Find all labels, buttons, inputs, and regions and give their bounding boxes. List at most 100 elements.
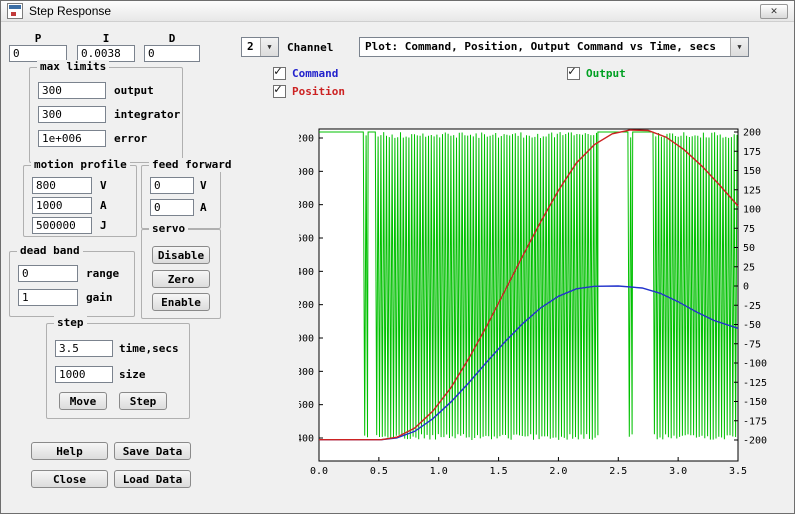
svg-text:400: 400 [299,434,314,445]
step-size-input[interactable] [55,366,113,383]
gain-label: gain [86,291,113,304]
svg-text:1400: 1400 [299,267,314,278]
svg-text:1000: 1000 [299,334,314,345]
velocity-input[interactable] [32,177,92,194]
svg-text:-50: -50 [743,320,761,331]
ff-velocity-input[interactable] [150,177,194,194]
step-time-input[interactable] [55,340,113,357]
dead-band-title: dead band [17,244,83,258]
range-label: range [86,267,120,280]
max-error-label: error [114,132,148,145]
svg-text:-25: -25 [743,301,761,312]
step-title: step [54,316,87,330]
check-icon: ✓ [274,82,282,97]
max-output-label: output [114,84,154,97]
window-title: Step Response [29,4,112,18]
zero-button[interactable]: Zero [152,270,210,288]
enable-button[interactable]: Enable [152,293,210,311]
svg-text:600: 600 [299,400,314,411]
svg-text:25: 25 [743,262,755,273]
accel-input[interactable] [32,197,92,214]
gain-input[interactable] [18,289,78,306]
svg-text:75: 75 [743,224,755,235]
step-response-window: Step Response ✕ P I D max limits output … [0,0,795,514]
svg-text:1800: 1800 [299,200,314,211]
command-checkbox[interactable]: ✓ [273,64,286,80]
app-icon [7,3,23,19]
max-integrator-input[interactable] [38,106,106,123]
channel-label: Channel [287,41,334,54]
step-group: step time,secs size Move Step [46,316,190,419]
servo-group: servo Disable Zero Enable [141,222,221,319]
range-input[interactable] [18,265,78,282]
ff-accel-label: A [200,201,207,214]
max-limits-group: max limits output integrator error [29,60,183,163]
channel-select[interactable]: 2 ▼ [241,37,279,57]
svg-text:2.0: 2.0 [549,466,567,477]
max-output-input[interactable] [38,82,106,99]
svg-text:1.0: 1.0 [430,466,448,477]
check-icon: ✓ [568,64,576,79]
svg-text:100: 100 [743,205,761,216]
step-size-label: size [119,368,146,381]
svg-text:3.0: 3.0 [669,466,687,477]
chevron-down-icon: ▼ [730,38,748,56]
feed-forward-group: feed forward V A [141,158,235,229]
step-response-chart: 2200200018001600140012001000800600400200… [299,128,767,478]
ff-accel-input[interactable] [150,199,194,216]
svg-text:175: 175 [743,147,761,158]
motion-profile-title: motion profile [31,158,130,172]
svg-text:0: 0 [743,282,749,293]
position-checkbox[interactable]: ✓ [273,82,286,98]
titlebar: Step Response ✕ [1,1,794,22]
jerk-input[interactable] [32,217,92,234]
servo-title: servo [149,222,189,236]
jerk-label: J [100,219,107,232]
svg-text:1200: 1200 [299,300,314,311]
svg-text:-175: -175 [743,416,767,427]
chevron-down-icon: ▼ [260,38,278,56]
step-button[interactable]: Step [119,392,167,410]
output-checkbox[interactable]: ✓ [567,64,580,80]
svg-text:1600: 1600 [299,234,314,245]
svg-text:0.0: 0.0 [310,466,328,477]
max-integrator-label: integrator [114,108,181,121]
svg-text:800: 800 [299,367,314,378]
svg-text:2000: 2000 [299,167,314,178]
svg-text:1.5: 1.5 [490,466,508,477]
svg-text:200: 200 [743,128,761,139]
feed-forward-title: feed forward [149,158,235,172]
load-data-button[interactable]: Load Data [114,470,191,488]
help-button[interactable]: Help [31,442,108,460]
motion-profile-group: motion profile V A J [23,158,137,237]
plot-select[interactable]: Plot: Command, Position, Output Command … [359,37,749,57]
svg-text:2200: 2200 [299,134,314,145]
ff-velocity-label: V [200,179,207,192]
check-icon: ✓ [274,64,282,79]
max-error-input[interactable] [38,130,106,147]
move-button[interactable]: Move [59,392,107,410]
svg-text:2.5: 2.5 [609,466,627,477]
svg-text:50: 50 [743,243,755,254]
disable-button[interactable]: Disable [152,246,210,264]
close-window-button[interactable]: ✕ [760,3,788,19]
position-checkbox-label: Position [292,85,345,98]
svg-text:-100: -100 [743,359,767,370]
velocity-label: V [100,179,107,192]
svg-text:3.5: 3.5 [729,466,747,477]
svg-text:-150: -150 [743,397,767,408]
svg-text:125: 125 [743,185,761,196]
save-data-button[interactable]: Save Data [114,442,191,460]
svg-text:0.5: 0.5 [370,466,388,477]
dead-band-group: dead band range gain [9,244,135,317]
plot-select-value: Plot: Command, Position, Output Command … [365,40,716,53]
channel-value: 2 [247,40,254,53]
close-button[interactable]: Close [31,470,108,488]
svg-text:-75: -75 [743,339,761,350]
svg-text:-200: -200 [743,436,767,447]
svg-text:150: 150 [743,166,761,177]
d-input[interactable] [144,45,200,62]
accel-label: A [100,199,107,212]
svg-text:-125: -125 [743,378,767,389]
command-checkbox-label: Command [292,67,339,80]
